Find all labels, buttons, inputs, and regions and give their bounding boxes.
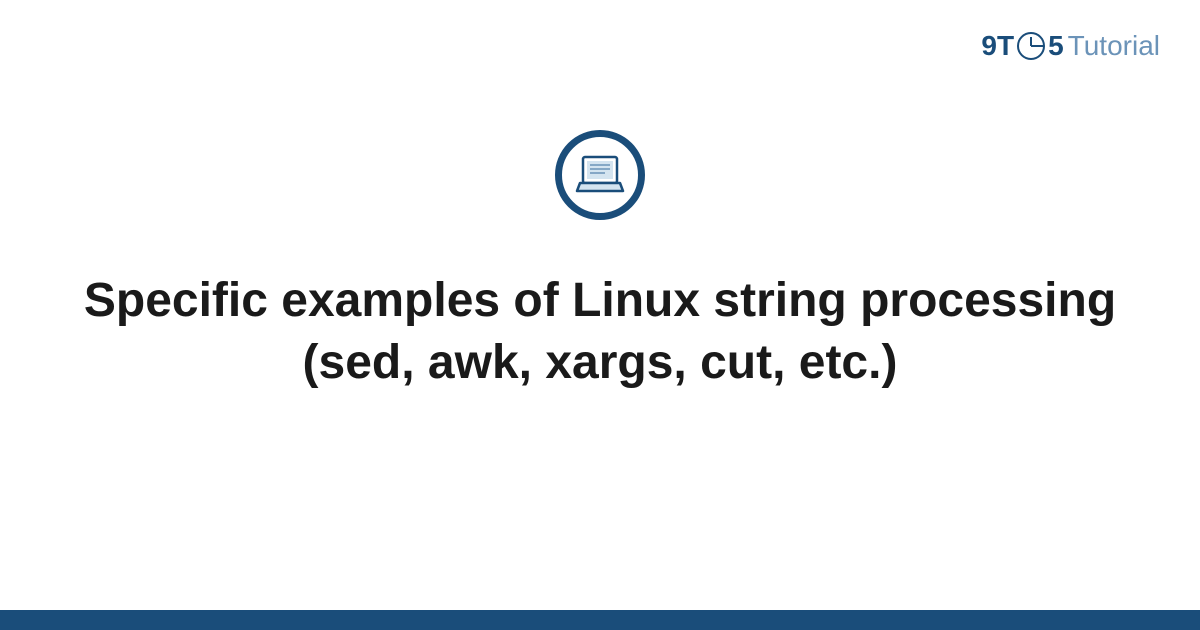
bottom-accent-bar xyxy=(0,610,1200,630)
logo-middle: 5 xyxy=(1048,30,1064,62)
logo-suffix: Tutorial xyxy=(1068,30,1160,62)
site-logo: 9T 5 Tutorial xyxy=(981,30,1160,62)
page-title: Specific examples of Linux string proces… xyxy=(60,270,1140,395)
laptop-icon xyxy=(575,155,625,195)
logo-prefix: 9T xyxy=(981,30,1014,62)
main-content: Specific examples of Linux string proces… xyxy=(0,130,1200,395)
laptop-icon-circle xyxy=(555,130,645,220)
clock-icon xyxy=(1017,32,1045,60)
